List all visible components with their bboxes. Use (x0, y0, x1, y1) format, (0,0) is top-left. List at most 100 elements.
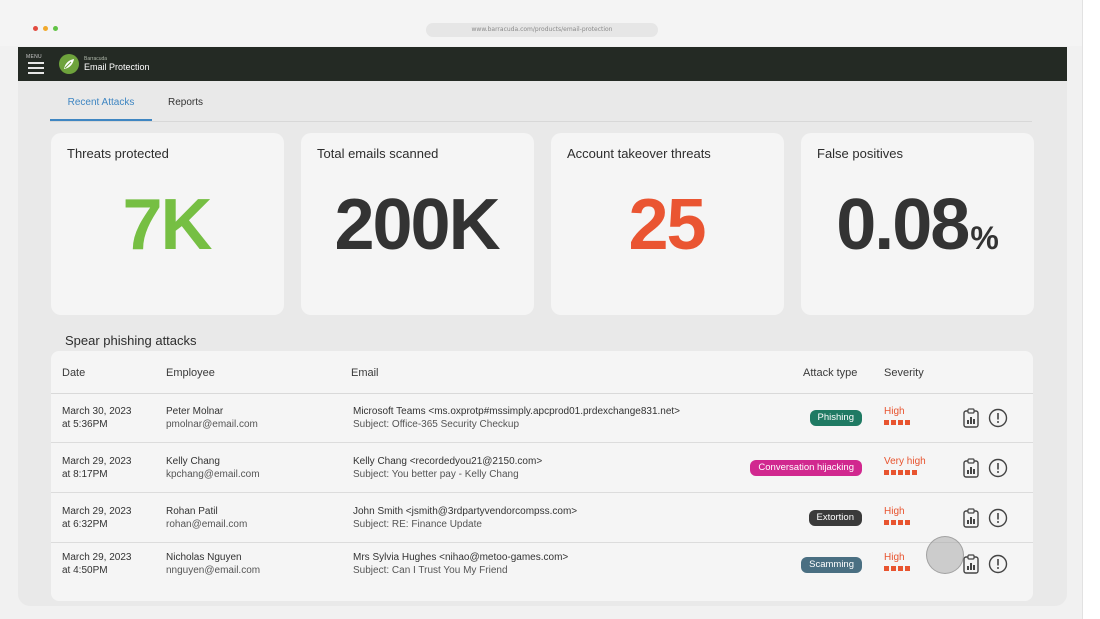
email-sender: John Smith <jsmith@3rdpartyvendorcompss.… (353, 506, 578, 517)
window-controls (33, 26, 58, 31)
table-row[interactable]: March 29, 2023 at 4:50PM Nicholas Nguyen n… (51, 545, 1033, 593)
severity-meter (884, 566, 910, 571)
date-cell: March 29, 2023 at 6:32PM (62, 505, 132, 531)
email-subject: Subject: RE: Finance Update (353, 519, 482, 530)
severity-block (905, 420, 910, 425)
severity-block (912, 470, 917, 475)
employee-email: kpchang@email.com (166, 469, 260, 480)
stat-value: 25 (628, 185, 706, 265)
severity-label: High (884, 506, 905, 517)
right-window-edge (1082, 0, 1100, 619)
menu-label: MENU (26, 54, 42, 60)
employee-cell: Kelly Chang kpchang@email.com (166, 455, 260, 481)
column-header-severity[interactable]: Severity (884, 367, 924, 379)
stat-value-wrapper: 7K (51, 177, 284, 286)
report-icon[interactable] (961, 408, 981, 428)
dashboard-body: Recent Attacks Reports Threats protected… (18, 81, 1067, 606)
email-cell: Kelly Chang <recordedyou21@2150.com> Subj… (353, 455, 542, 481)
alert-circle-icon[interactable] (988, 508, 1008, 528)
leaf-logo-icon (59, 54, 79, 74)
report-icon[interactable] (961, 458, 981, 478)
employee-cell: Peter Molnar pmolnar@email.com (166, 405, 258, 431)
email-sender: Kelly Chang <recordedyou21@2150.com> (353, 456, 543, 467)
severity-block (884, 470, 889, 475)
employee-email: pmolnar@email.com (166, 419, 258, 430)
employee-name: Rohan Patil (166, 506, 218, 517)
stat-label: Account takeover threats (567, 146, 711, 161)
report-icon[interactable] (961, 508, 981, 528)
email-sender: Microsoft Teams <ms.oxprotp#mssimply.apc… (353, 406, 681, 417)
attack-type-badge[interactable]: Scamming (801, 557, 862, 573)
severity-block (884, 420, 889, 425)
severity-block (884, 566, 889, 571)
column-header-email[interactable]: Email (351, 367, 379, 379)
severity-block (891, 470, 896, 475)
attack-time: at 5:36PM (62, 419, 108, 430)
stat-card-total-emails-scanned: Total emails scanned 200K (301, 133, 534, 315)
tab-divider (50, 121, 1032, 122)
severity-label: High (884, 406, 905, 417)
stat-label: Threats protected (67, 146, 169, 161)
alert-circle-icon[interactable] (988, 554, 1008, 574)
stat-value-wrapper: 25 (551, 177, 784, 286)
attack-date: March 29, 2023 (62, 506, 132, 517)
severity-block (905, 470, 910, 475)
brand-small-label: Barracuda (84, 55, 108, 62)
stat-value-wrapper: 0.08% (801, 177, 1034, 286)
severity-block (898, 470, 903, 475)
stat-card-threats-protected: Threats protected 7K (51, 133, 284, 315)
severity-block (905, 520, 910, 525)
hamburger-icon (28, 62, 44, 77)
employee-cell: Nicholas Nguyen nnguyen@email.com (166, 551, 260, 577)
alert-circle-icon[interactable] (988, 458, 1008, 478)
column-header-attack-type[interactable]: Attack type (803, 367, 857, 379)
stat-card-account-takeover-threats: Account takeover threats 25 (551, 133, 784, 315)
table-header: Date Employee Email Attack type Severity (51, 351, 1033, 394)
attack-type-badge[interactable]: Phishing (809, 410, 862, 426)
employee-name: Nicholas Nguyen (166, 552, 242, 563)
attack-type-badge[interactable]: Extortion (808, 510, 862, 526)
column-header-employee[interactable]: Employee (166, 367, 215, 379)
email-subject: Subject: Can I Trust You My Friend (353, 565, 508, 576)
table-row[interactable]: March 29, 2023 at 8:17PM Kelly Chang kpcha… (51, 445, 1033, 493)
brand-logo[interactable]: Barracuda Email Protection (59, 54, 150, 74)
tab-recent-attacks[interactable]: Recent Attacks (50, 81, 152, 121)
stat-label: Total emails scanned (317, 146, 439, 161)
date-cell: March 29, 2023 at 4:50PM (62, 551, 132, 577)
severity-block (898, 566, 903, 571)
employee-name: Kelly Chang (166, 456, 220, 467)
stat-value-wrapper: 200K (301, 177, 534, 286)
tab-reports[interactable]: Reports (152, 81, 219, 121)
stat-value: 7K (122, 185, 212, 265)
address-bar[interactable]: www.barracuda.com/products/email-protect… (426, 23, 658, 37)
close-window-dot[interactable] (33, 26, 38, 31)
stat-value: 200K (334, 185, 500, 265)
menu-button[interactable]: MENU (26, 54, 48, 74)
app-header: MENU Barracuda Email Protection (18, 47, 1067, 81)
report-icon[interactable] (961, 554, 981, 574)
section-title: Spear phishing attacks (65, 333, 197, 348)
severity-block (891, 520, 896, 525)
maximize-window-dot[interactable] (53, 26, 58, 31)
table-row[interactable]: March 29, 2023 at 6:32PM Rohan Patil rohan… (51, 495, 1033, 543)
table-row[interactable]: March 30, 2023 at 5:36PM Peter Molnar pmol… (51, 395, 1033, 443)
stat-value: 0.08 (836, 185, 970, 265)
column-header-date[interactable]: Date (62, 367, 85, 379)
attack-time: at 6:32PM (62, 519, 108, 530)
attack-date: March 29, 2023 (62, 456, 132, 467)
attack-type-badge[interactable]: Conversation hijacking (750, 460, 862, 476)
employee-email: nnguyen@email.com (166, 565, 261, 576)
email-subject: Subject: Office-365 Security Checkup (353, 419, 520, 430)
employee-email: rohan@email.com (166, 519, 248, 530)
email-cell: John Smith <jsmith@3rdpartyvendorcompss.… (353, 505, 577, 531)
severity-block (905, 566, 910, 571)
severity-meter (884, 520, 910, 525)
severity-label: Very high (884, 456, 926, 467)
attack-time: at 8:17PM (62, 469, 108, 480)
severity-block (891, 566, 896, 571)
email-sender: Mrs Sylvia Hughes <nihao@metoo-games.com… (353, 552, 569, 563)
alert-circle-icon[interactable] (988, 408, 1008, 428)
stat-label: False positives (817, 146, 903, 161)
minimize-window-dot[interactable] (43, 26, 48, 31)
attack-date: March 29, 2023 (62, 552, 132, 563)
